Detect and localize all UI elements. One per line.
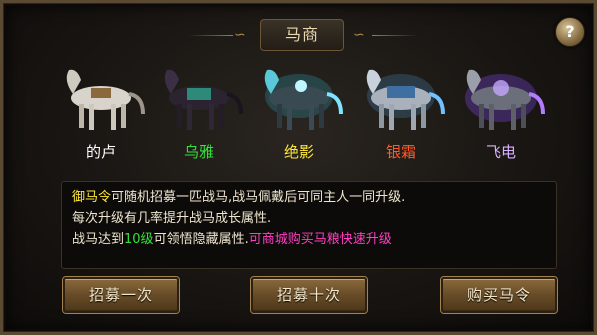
horse-name-yinshuang: 银霜 [385, 143, 416, 161]
black-horse-icon [164, 69, 243, 130]
scroll-ornament-right-icon: ∽ [353, 27, 365, 43]
scroll-ornament-left-icon: ∽ [234, 27, 246, 43]
horse-merchant-panel: ∽ 马商 ∽ ? 的卢 乌雅 绝影 银霜 飞电 御马令可随机招募一匹战马,战马佩… [0, 0, 597, 335]
horse-name-dilu: 的卢 [85, 143, 116, 161]
horse-name-jueying: 绝影 [283, 143, 314, 161]
white-horse-icon [66, 69, 145, 130]
silver-armored-horse-icon [366, 69, 445, 130]
purple-armored-horse-icon [465, 69, 545, 130]
horse-name-wuya: 乌雅 [183, 143, 214, 161]
shop-hint: 可商城购买马粮快速升级 [248, 232, 392, 247]
buy-token-button[interactable]: 购买马令 [441, 277, 557, 313]
horse-item-wuya[interactable]: 乌雅 [149, 58, 249, 178]
recruit-once-button[interactable]: 招募一次 [63, 277, 179, 313]
description-line-2: 每次升级有几率提升战马成长属性. [72, 211, 272, 226]
description-line-3-prefix: 战马达到 [72, 232, 125, 247]
description-line-1: 御马令可随机招募一匹战马,战马佩戴后可同主人一同升级. [72, 187, 546, 208]
title-divider-left [188, 35, 233, 36]
description-line-3: 战马达到10级可领悟隐藏属性.可商城购买马粮快速升级 [72, 229, 546, 250]
horse-item-feidian[interactable]: 飞电 [451, 58, 551, 178]
horse-item-dilu[interactable]: 的卢 [51, 58, 151, 178]
description-line-1-text: 可随机招募一匹战马,战马佩戴后可同主人一同升级. [111, 190, 406, 205]
title-divider-right [372, 35, 417, 36]
token-name: 御马令 [72, 190, 112, 205]
horse-name-feidian: 飞电 [485, 143, 516, 161]
description-line-3-suffix: 可领悟隐藏属性. [153, 232, 249, 247]
horse-item-jueying[interactable]: 绝影 [249, 58, 349, 178]
level-requirement: 10级 [124, 232, 154, 247]
horse-item-yinshuang[interactable]: 银霜 [351, 58, 451, 178]
help-button[interactable]: ? [555, 17, 585, 47]
cyan-glow-horse-icon [264, 69, 343, 130]
title-bar: ∽ 马商 ∽ [3, 17, 597, 53]
panel-title: 马商 [260, 19, 344, 51]
description-box: 御马令可随机招募一匹战马,战马佩戴后可同主人一同升级. 每次升级有几率提升战马成… [61, 181, 557, 269]
recruit-ten-button[interactable]: 招募十次 [251, 277, 367, 313]
